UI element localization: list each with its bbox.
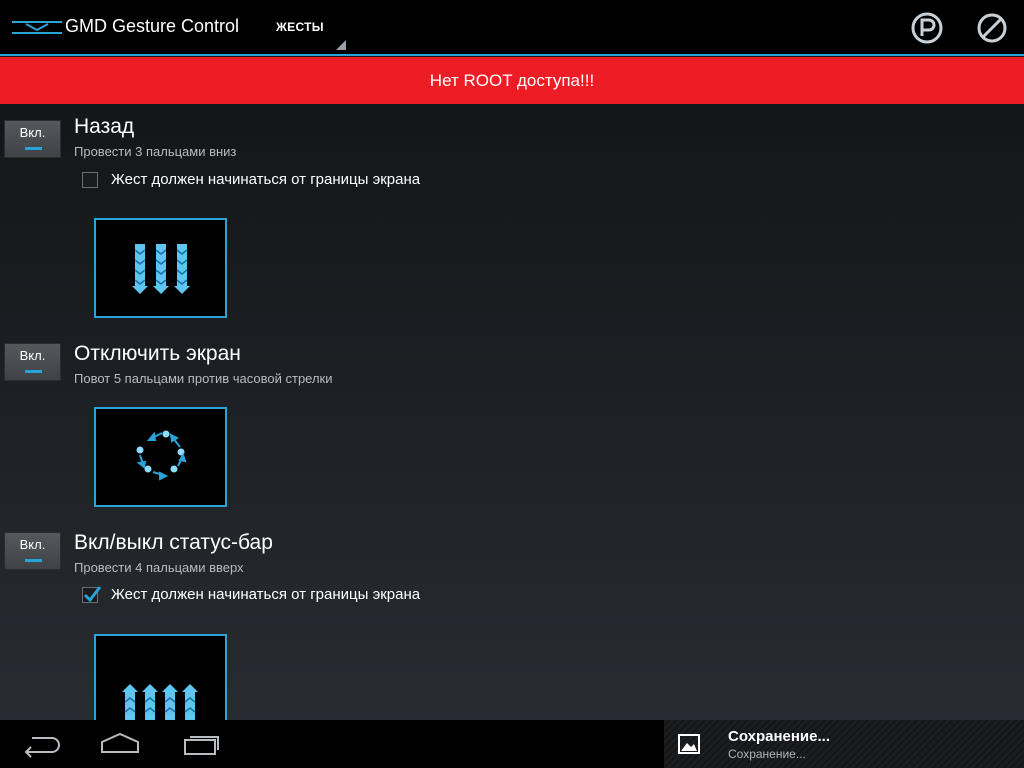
gesture-title-screen-off: Отключить экран (74, 342, 241, 365)
toggle-indicator (25, 559, 42, 562)
app-title: GMD Gesture Control (65, 16, 240, 36)
spinner-arrow-icon (336, 40, 346, 50)
toggle-label: Вкл. (19, 537, 46, 552)
rotate-ccw-icon (136, 430, 187, 481)
saving-notification[interactable]: Сохранение... Сохранение... (664, 720, 1024, 768)
edge-checkbox-statusbar[interactable] (82, 586, 102, 603)
recent-apps-icon (184, 736, 219, 755)
gestures-spinner[interactable]: ЖЕСТЫ (266, 8, 348, 52)
home-icon (101, 732, 139, 753)
gesture-toggle-statusbar[interactable]: Вкл. (4, 532, 61, 570)
app-icon[interactable] (12, 18, 62, 40)
gesture-toggle-back[interactable]: Вкл. (4, 120, 61, 158)
edge-checkbox-back[interactable] (82, 172, 98, 188)
no-root-banner: Нет ROOT доступа!!! (0, 57, 1024, 104)
gesture-subtitle-screen-off: Повот 5 пальцами против часовой стрелки (74, 371, 333, 386)
toggle-label: Вкл. (19, 348, 46, 363)
pause-p-icon[interactable] (910, 11, 944, 45)
notification-title: Сохранение... (728, 728, 830, 745)
gesture-preview-statusbar (94, 634, 227, 720)
edge-checkbox-label: Жест должен начинаться от границы экрана (111, 171, 421, 188)
toggle-label: Вкл. (19, 125, 46, 140)
gesture-list: Вкл. Назад Провести 3 пальцами вниз Жест… (0, 104, 1024, 720)
gesture-title-back: Назад (74, 115, 135, 138)
toggle-indicator (25, 147, 42, 150)
gesture-preview-back (94, 218, 227, 318)
system-nav-bar: Сохранение... Сохранение... (0, 720, 1024, 768)
action-bar: GMD Gesture Control ЖЕСТЫ (0, 0, 1024, 56)
gesture-subtitle-statusbar: Провести 4 пальцами вверх (74, 560, 244, 575)
disable-icon[interactable] (975, 11, 1009, 45)
swipe-up-icon (122, 684, 198, 720)
check-icon (83, 586, 102, 603)
gesture-preview-screen-off (94, 407, 227, 507)
gesture-subtitle-back: Провести 3 пальцами вниз (74, 144, 237, 159)
toggle-indicator (25, 370, 42, 373)
swipe-down-icon (132, 244, 190, 294)
back-button[interactable] (20, 730, 64, 758)
edge-checkbox-label: Жест должен начинаться от границы экрана (111, 586, 421, 603)
image-icon (678, 734, 700, 754)
gesture-title-statusbar: Вкл/выкл статус-бар (74, 531, 273, 554)
notification-text: Сохранение... (728, 747, 806, 761)
gesture-toggle-screen-off[interactable]: Вкл. (4, 343, 61, 381)
home-button[interactable] (98, 730, 142, 758)
spinner-label: ЖЕСТЫ (276, 20, 324, 34)
back-icon (24, 737, 60, 758)
recent-apps-button[interactable] (180, 730, 224, 758)
